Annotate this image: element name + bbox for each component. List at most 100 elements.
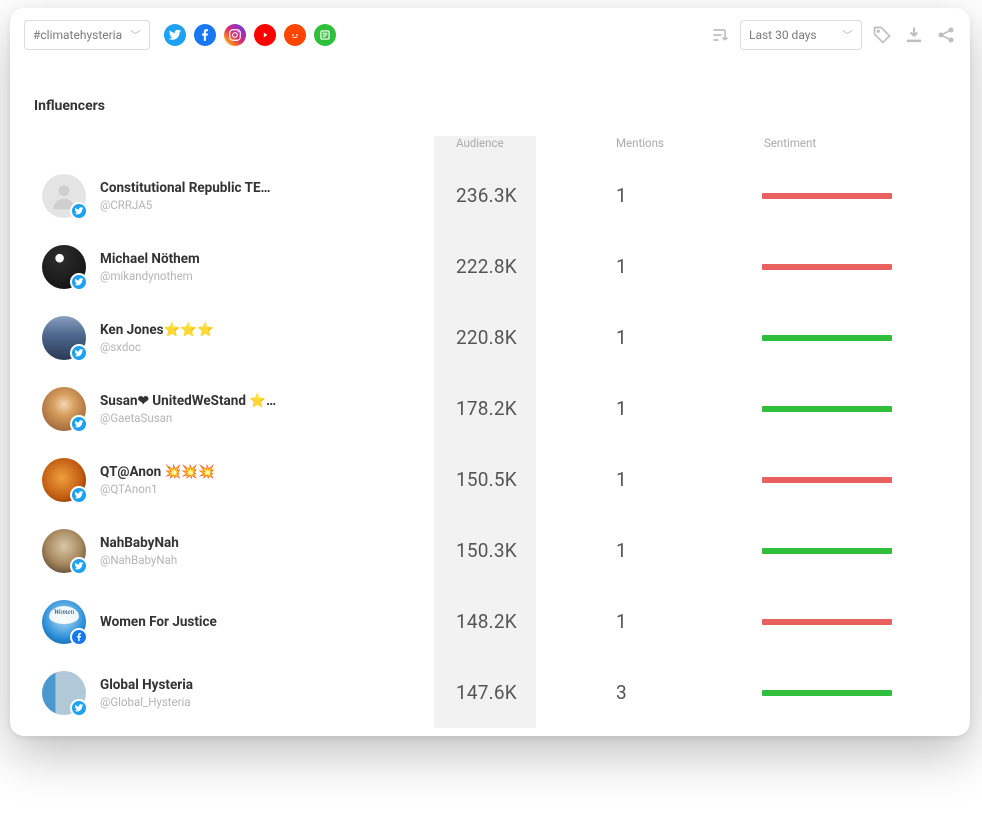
sentiment-bar	[762, 477, 892, 483]
influencer-handle: @CRRJA5	[100, 198, 271, 212]
table-row[interactable]: Constitutional Republic TE… @CRRJA5 236.3K…	[24, 160, 956, 231]
hashtag-dropdown[interactable]: #climatehysteria ﹀	[24, 20, 150, 50]
table-row[interactable]: Ken Jones⭐⭐⭐@sxdoc220.8K1	[24, 302, 956, 373]
cell-name: Susan❤ UnitedWeStand ⭐… @GaetaSusan	[24, 387, 434, 431]
social-filter-row	[164, 24, 336, 46]
cell-sentiment	[762, 264, 956, 270]
influencer-handle: @GaetaSusan	[100, 411, 276, 425]
influencer-handle: @QTAnon1	[100, 482, 215, 496]
cell-mentions: 1	[594, 326, 762, 349]
sentiment-bar	[762, 690, 892, 696]
cell-audience: 236.3K	[434, 184, 594, 207]
cell-sentiment	[762, 619, 956, 625]
sentiment-bar	[762, 193, 892, 199]
avatar[interactable]	[42, 174, 86, 218]
avatar[interactable]	[42, 529, 86, 573]
cell-sentiment	[762, 477, 956, 483]
cell-mentions: 1	[594, 610, 762, 633]
chevron-down-icon: ﹀	[130, 27, 141, 43]
twitter-badge-icon	[70, 557, 88, 575]
influencer-name: Women For Justice	[100, 614, 217, 630]
cell-audience: 220.8K	[434, 326, 594, 349]
cell-name: Ken Jones⭐⭐⭐@sxdoc	[24, 316, 434, 360]
influencer-name: QT@Anon 💥💥💥	[100, 464, 215, 480]
table-body: Constitutional Republic TE… @CRRJA5 236.3K…	[24, 160, 956, 728]
cell-sentiment	[762, 335, 956, 341]
reddit-filter-icon[interactable]	[284, 24, 306, 46]
table-row[interactable]: Michael Nöthem@mikandynothem222.8K1	[24, 231, 956, 302]
youtube-filter-icon[interactable]	[254, 24, 276, 46]
avatar[interactable]: Women	[42, 600, 86, 644]
influencer-handle: @NahBabyNah	[100, 553, 179, 567]
table-row[interactable]: Global Hysteria @Global_Hysteria 147.6K3	[24, 657, 956, 728]
sentiment-bar	[762, 406, 892, 412]
avatar[interactable]	[42, 387, 86, 431]
cell-sentiment	[762, 193, 956, 199]
col-header-mentions[interactable]: Mentions	[594, 136, 762, 150]
influencer-name: Ken Jones⭐⭐⭐	[100, 322, 214, 338]
tag-icon[interactable]	[872, 25, 892, 45]
cell-name: QT@Anon 💥💥💥 @QTAnon1	[24, 458, 434, 502]
table-row[interactable]: QT@Anon 💥💥💥@QTAnon1150.5K1	[24, 444, 956, 515]
hashtag-dropdown-label: #climatehysteria	[33, 28, 122, 42]
panel-title: Influencers	[24, 80, 956, 136]
twitter-badge-icon	[70, 202, 88, 220]
topbar: #climatehysteria ﹀ Last 30 days ﹀	[10, 8, 970, 54]
avatar[interactable]	[42, 316, 86, 360]
avatar[interactable]	[42, 671, 86, 715]
cell-name: Constitutional Republic TE… @CRRJA5	[24, 174, 434, 218]
cell-sentiment	[762, 406, 956, 412]
sentiment-bar	[762, 619, 892, 625]
cell-mentions: 3	[594, 681, 762, 704]
cell-sentiment	[762, 548, 956, 554]
cell-name: Michael Nöthem@mikandynothem	[24, 245, 434, 289]
cell-mentions: 1	[594, 255, 762, 278]
influencers-table: Audience Mentions Sentiment Constitution…	[24, 136, 956, 728]
influencer-name: Global Hysteria	[100, 677, 193, 693]
app-card: #climatehysteria ﹀ Last 30 days ﹀ Influe…	[10, 8, 970, 736]
col-header-audience[interactable]: Audience	[434, 136, 594, 150]
cell-mentions: 1	[594, 184, 762, 207]
chevron-down-icon: ﹀	[842, 27, 853, 43]
twitter-badge-icon	[70, 273, 88, 291]
influencer-name: Susan❤ UnitedWeStand ⭐…	[100, 393, 276, 409]
cell-audience: 148.2K	[434, 610, 594, 633]
facebook-filter-icon[interactable]	[194, 24, 216, 46]
sentiment-bar	[762, 335, 892, 341]
cell-audience: 147.6K	[434, 681, 594, 704]
cell-name: NahBabyNah @NahBabyNah	[24, 529, 434, 573]
table-row[interactable]: Susan❤ UnitedWeStand ⭐… @GaetaSusan 178.2K…	[24, 373, 956, 444]
influencer-name: NahBabyNah	[100, 535, 179, 551]
avatar[interactable]	[42, 245, 86, 289]
sort-icon[interactable]	[710, 25, 730, 45]
twitter-filter-icon[interactable]	[164, 24, 186, 46]
influencer-handle: @Global_Hysteria	[100, 695, 193, 709]
sentiment-bar	[762, 264, 892, 270]
download-icon[interactable]	[904, 25, 924, 45]
news-filter-icon[interactable]	[314, 24, 336, 46]
date-range-dropdown[interactable]: Last 30 days ﹀	[740, 20, 862, 50]
cell-mentions: 1	[594, 468, 762, 491]
cell-name: Women Women For Justice	[24, 600, 434, 644]
cell-mentions: 1	[594, 397, 762, 420]
toolbar-actions	[872, 25, 956, 45]
instagram-filter-icon[interactable]	[224, 24, 246, 46]
table-row[interactable]: Women Women For Justice 148.2K1	[24, 586, 956, 657]
sentiment-bar	[762, 548, 892, 554]
table-header: Audience Mentions Sentiment	[24, 136, 956, 160]
col-header-sentiment[interactable]: Sentiment	[762, 136, 956, 150]
cell-audience: 222.8K	[434, 255, 594, 278]
cell-audience: 178.2K	[434, 397, 594, 420]
date-range-label: Last 30 days	[749, 28, 817, 42]
twitter-badge-icon	[70, 415, 88, 433]
table-row[interactable]: NahBabyNah@NahBabyNah150.3K1	[24, 515, 956, 586]
influencer-handle: @mikandynothem	[100, 269, 200, 283]
influencers-panel: Influencers Audience Mentions Sentiment …	[24, 80, 956, 728]
share-icon[interactable]	[936, 25, 956, 45]
cell-name: Global Hysteria @Global_Hysteria	[24, 671, 434, 715]
avatar[interactable]	[42, 458, 86, 502]
influencer-name: Constitutional Republic TE…	[100, 180, 271, 196]
cell-sentiment	[762, 690, 956, 696]
cell-mentions: 1	[594, 539, 762, 562]
twitter-badge-icon	[70, 486, 88, 504]
